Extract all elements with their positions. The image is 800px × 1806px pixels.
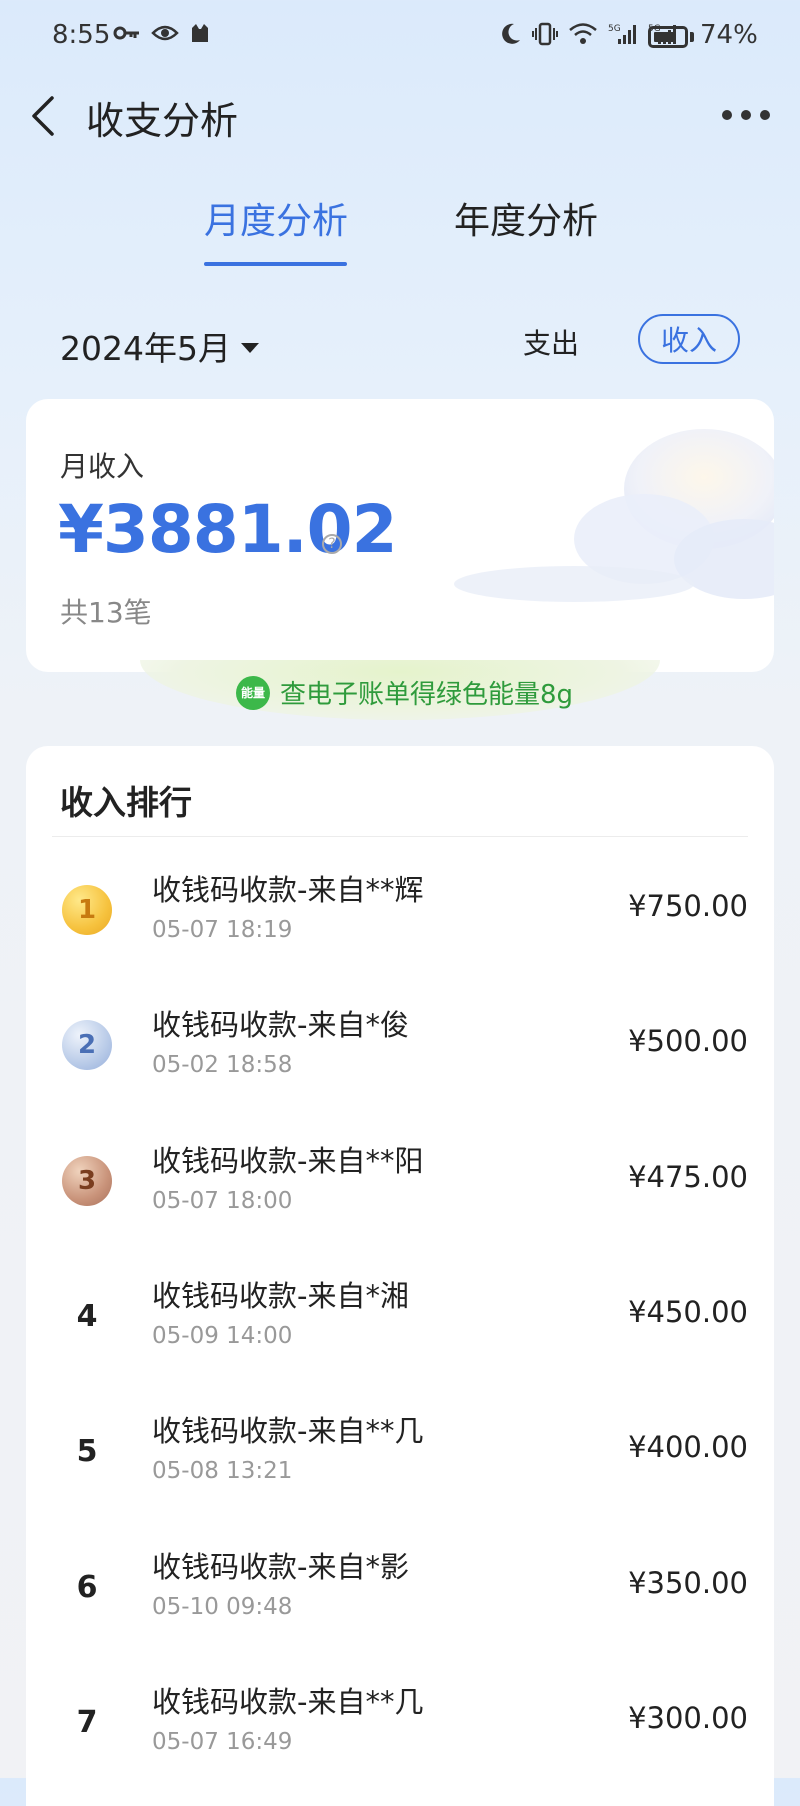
ranking-item-name: 收钱码收款-来自**几	[152, 1414, 424, 1448]
ranking-row[interactable]: 7 收钱码收款-来自**几 05-07 16:49 ¥300.00	[26, 1659, 774, 1779]
income-ranking-card: 收入排行 1 收钱码收款-来自**辉 05-07 18:19 ¥750.00 2…	[26, 746, 774, 1806]
active-tab-underline	[204, 262, 347, 266]
month-label: 2024年5月	[60, 329, 231, 368]
ranking-item-time: 05-02 18:58	[152, 1052, 293, 1078]
signal-5g-icon: 5G	[608, 24, 636, 44]
ranking-item-time: 05-09 14:00	[152, 1323, 293, 1349]
more-dot-icon	[760, 110, 770, 120]
ranking-item-name: 收钱码收款-来自*影	[152, 1550, 409, 1584]
rank-number: 5	[76, 1433, 98, 1469]
ranking-item-time: 05-07 18:00	[152, 1188, 293, 1214]
ranking-row[interactable]: 3 收钱码收款-来自**阳 05-07 18:00 ¥475.00	[26, 1118, 774, 1238]
back-button[interactable]	[26, 92, 62, 140]
ranking-item-name: 收钱码收款-来自*湘	[152, 1279, 409, 1313]
cat-icon	[192, 24, 208, 42]
ranking-item-time: 05-10 09:48	[152, 1594, 293, 1620]
ranking-item-name: 收钱码收款-来自**阳	[152, 1144, 424, 1178]
wifi-icon	[569, 23, 597, 44]
ranking-row[interactable]: 2 收钱码收款-来自*俊 05-02 18:58 ¥500.00	[26, 982, 774, 1102]
eye-icon	[151, 25, 179, 41]
expense-toggle-button[interactable]: 支出	[523, 322, 579, 362]
ranking-item-name: 收钱码收款-来自*俊	[152, 1008, 409, 1042]
tab-yearly-analysis[interactable]: 年度分析	[454, 192, 598, 244]
page-title: 收支分析	[86, 99, 239, 143]
ranking-row[interactable]: 5 收钱码收款-来自**几 05-08 13:21 ¥400.00	[26, 1388, 774, 1508]
ranking-row[interactable]: 1 收钱码收款-来自**辉 05-07 18:19 ¥750.00	[26, 847, 774, 967]
ranking-item-time: 05-08 13:21	[152, 1458, 293, 1484]
help-glyph: ?	[328, 536, 336, 552]
ranking-divider	[52, 836, 748, 837]
month-selector[interactable]: 2024年5月	[60, 322, 259, 370]
monthly-income-card: 月收入 ¥3881.02 ? 共13笔	[26, 399, 774, 672]
battery-percent: 74%	[700, 20, 758, 50]
ranking-item-time: 05-07 16:49	[152, 1729, 293, 1755]
caret-down-icon	[240, 343, 259, 353]
bronze-medal-icon: 3	[62, 1156, 112, 1206]
vibrate-icon	[532, 22, 558, 46]
ranking-item-amount: ¥350.00	[628, 1566, 748, 1600]
cloud-decoration-icon	[454, 429, 774, 602]
summary-count: 共13笔	[60, 596, 152, 629]
more-button[interactable]	[722, 100, 770, 130]
ranking-row[interactable]: 6 收钱码收款-来自*影 05-10 09:48 ¥350.00	[26, 1524, 774, 1644]
rank-number: 7	[76, 1704, 98, 1740]
status-bar: 8:55 5G 5G 74%	[0, 0, 800, 78]
status-icons-left	[113, 22, 211, 44]
income-toggle-button[interactable]: 收入	[638, 314, 740, 364]
energy-banner-text: 查电子账单得绿色能量8g	[280, 680, 574, 710]
more-dot-icon	[722, 110, 732, 120]
battery-icon	[648, 26, 688, 48]
ranking-item-amount: ¥400.00	[628, 1430, 748, 1464]
moon-icon	[502, 23, 520, 44]
ranking-item-amount: ¥500.00	[628, 1024, 748, 1058]
chevron-left-icon	[32, 96, 54, 136]
ranking-item-amount: ¥450.00	[628, 1295, 748, 1329]
status-time: 8:55	[52, 20, 111, 50]
battery-fill	[654, 32, 675, 42]
summary-label: 月收入	[60, 450, 145, 483]
ranking-item-amount: ¥750.00	[628, 889, 748, 923]
help-icon[interactable]: ?	[322, 534, 342, 554]
ranking-item-amount: ¥475.00	[628, 1160, 748, 1194]
summary-amount: ¥3881.02	[58, 491, 398, 568]
svg-text:5G: 5G	[608, 24, 621, 34]
ranking-item-name: 收钱码收款-来自**几	[152, 1685, 424, 1719]
silver-medal-icon: 2	[62, 1020, 112, 1070]
battery-cap	[690, 32, 694, 42]
ranking-item-amount: ¥300.00	[628, 1701, 748, 1735]
tab-monthly-analysis[interactable]: 月度分析	[204, 192, 348, 244]
ranking-title: 收入排行	[60, 783, 192, 822]
energy-icon: 能量	[236, 675, 270, 710]
key-icon	[113, 26, 139, 40]
more-dot-icon	[741, 110, 751, 120]
energy-banner-link[interactable]: 能量 查电子账单得绿色能量8g	[236, 674, 573, 711]
gold-medal-icon: 1	[62, 885, 112, 935]
ranking-row[interactable]: 4 收钱码收款-来自*湘 05-09 14:00 ¥450.00	[26, 1253, 774, 1373]
rank-number: 6	[76, 1569, 98, 1605]
rank-number: 4	[76, 1298, 98, 1334]
ranking-item-name: 收钱码收款-来自**辉	[152, 873, 424, 907]
ranking-item-time: 05-07 18:19	[152, 917, 293, 943]
